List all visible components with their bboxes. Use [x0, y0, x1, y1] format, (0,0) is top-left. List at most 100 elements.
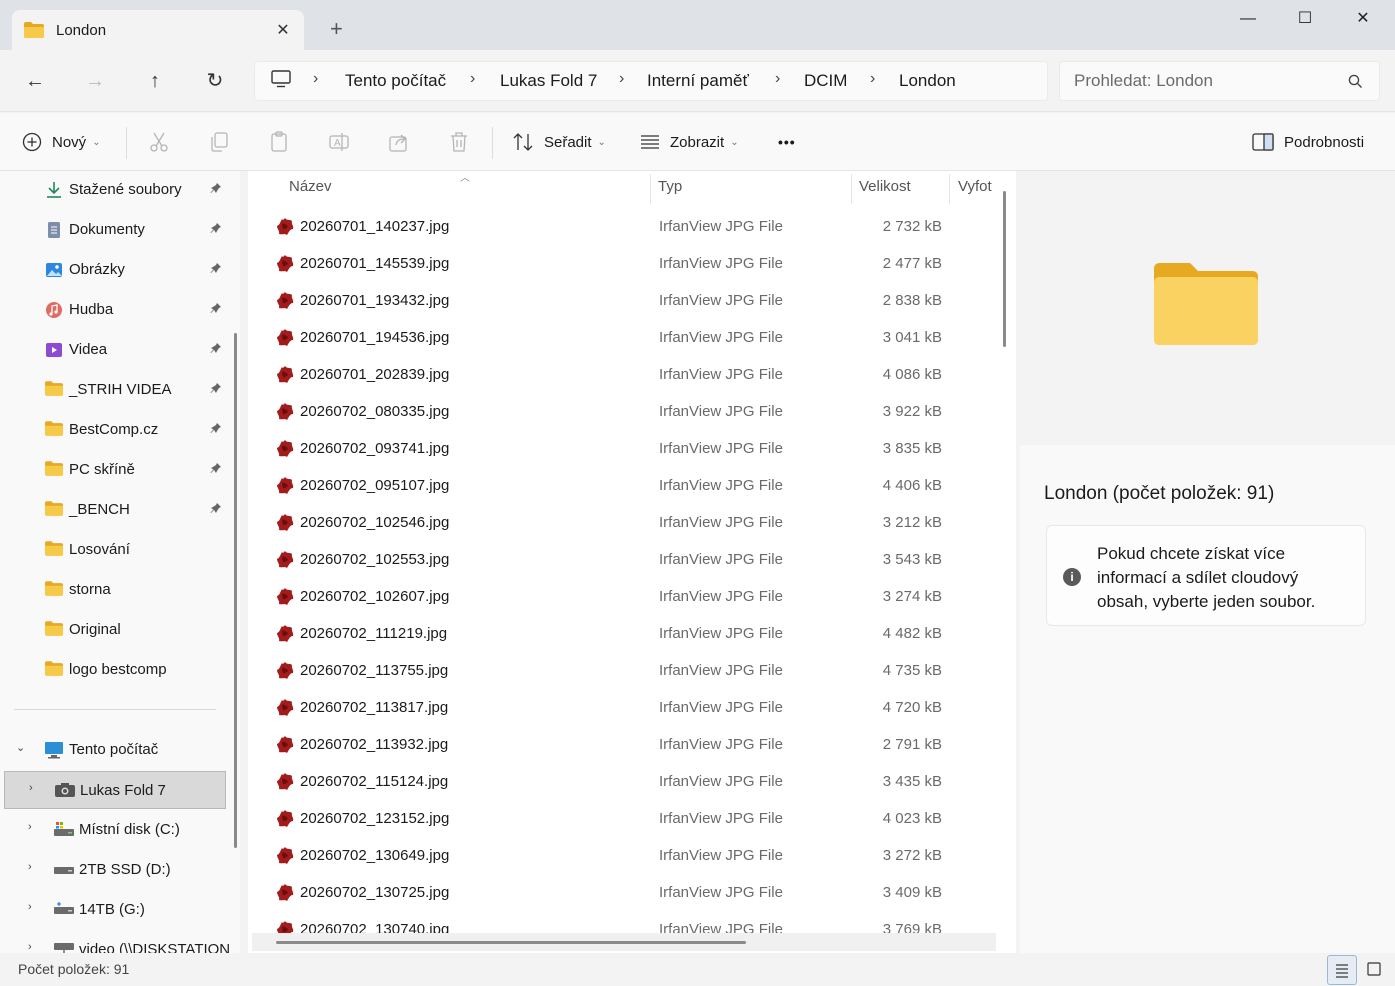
sidebar-item-drive[interactable]: › video (\\DISKSTATION: [0, 931, 230, 953]
column-divider[interactable]: [650, 174, 651, 204]
sidebar-item-quick-access[interactable]: Losování: [0, 531, 228, 569]
close-tab-icon[interactable]: ✕: [274, 20, 292, 40]
new-tab-button[interactable]: +: [330, 18, 343, 40]
pin-icon[interactable]: [210, 302, 222, 317]
paste-icon[interactable]: [267, 130, 291, 154]
chevron-down-icon[interactable]: ⌄: [16, 741, 25, 754]
file-row[interactable]: 20260702_093741.jpg IrfanView JPG File 3 8…: [248, 430, 996, 467]
file-row[interactable]: 20260702_123152.jpg IrfanView JPG File 4 0…: [248, 800, 996, 837]
forward-button[interactable]: →: [80, 67, 110, 97]
sidebar-item-quick-access[interactable]: Stažené soubory: [0, 171, 228, 209]
new-button[interactable]: Nový ⌄: [22, 127, 101, 157]
sidebar-scrollbar[interactable]: [234, 333, 237, 848]
sidebar-item-drive[interactable]: › Místní disk (C:): [0, 811, 228, 849]
file-row[interactable]: 20260702_102607.jpg IrfanView JPG File 3 2…: [248, 578, 996, 615]
file-row[interactable]: 20260702_113755.jpg IrfanView JPG File 4 7…: [248, 652, 996, 689]
rename-icon[interactable]: A: [327, 130, 351, 154]
chevron-right-icon[interactable]: ›: [28, 861, 32, 873]
column-divider[interactable]: [851, 174, 852, 204]
sidebar-item-quick-access[interactable]: logo bestcomp: [0, 651, 228, 689]
horizontal-scrollbar-track[interactable]: [252, 933, 996, 951]
pc-icon[interactable]: [271, 70, 291, 93]
chevron-right-icon[interactable]: ›: [29, 782, 33, 794]
file-row[interactable]: 20260702_095107.jpg IrfanView JPG File 4 4…: [248, 467, 996, 504]
pin-icon[interactable]: [210, 502, 222, 517]
sidebar-item-quick-access[interactable]: storna: [0, 571, 228, 609]
breadcrumb-item[interactable]: DCIM: [804, 71, 847, 91]
sidebar-item-quick-access[interactable]: _STRIH VIDEA: [0, 371, 228, 409]
view-button[interactable]: Zobrazit ⌄: [640, 127, 739, 157]
file-row[interactable]: 20260701_193432.jpg IrfanView JPG File 2 8…: [248, 282, 996, 319]
sidebar-item-this-pc[interactable]: ⌄ Tento počítač: [0, 731, 228, 769]
search-icon[interactable]: [1348, 74, 1363, 94]
file-row[interactable]: 20260702_130725.jpg IrfanView JPG File 3 4…: [248, 874, 996, 911]
cut-icon[interactable]: [147, 130, 171, 154]
sidebar-item-quick-access[interactable]: _BENCH: [0, 491, 228, 529]
large-icons-view-button[interactable]: [1360, 955, 1390, 985]
file-row[interactable]: 20260702_102553.jpg IrfanView JPG File 3 5…: [248, 541, 996, 578]
column-header-type[interactable]: Typ: [658, 178, 682, 210]
sidebar-item-quick-access[interactable]: Original: [0, 611, 228, 649]
breadcrumb-separator[interactable]: ›: [313, 70, 318, 88]
breadcrumb-separator[interactable]: ›: [870, 70, 875, 88]
breadcrumb-item-current[interactable]: London: [899, 71, 956, 91]
close-window-button[interactable]: ✕: [1340, 6, 1386, 36]
sidebar-item-quick-access[interactable]: Hudba: [0, 291, 228, 329]
file-row[interactable]: 20260702_130649.jpg IrfanView JPG File 3 2…: [248, 837, 996, 874]
sidebar-item-quick-access[interactable]: BestComp.cz: [0, 411, 228, 449]
breadcrumb-item[interactable]: Tento počítač: [345, 71, 446, 91]
share-icon[interactable]: [387, 130, 411, 154]
pin-icon[interactable]: [210, 342, 222, 357]
pin-icon[interactable]: [210, 462, 222, 477]
breadcrumb-item[interactable]: Lukas Fold 7: [500, 71, 597, 91]
file-row[interactable]: 20260702_115124.jpg IrfanView JPG File 3 4…: [248, 763, 996, 800]
file-row[interactable]: 20260702_111219.jpg IrfanView JPG File 4 4…: [248, 615, 996, 652]
tab-london[interactable]: London ✕: [12, 10, 304, 50]
chevron-right-icon[interactable]: ›: [28, 901, 32, 913]
file-row[interactable]: 20260702_102546.jpg IrfanView JPG File 3 2…: [248, 504, 996, 541]
breadcrumb-separator[interactable]: ›: [470, 70, 475, 88]
search-input[interactable]: [1074, 70, 1334, 92]
details-pane-button[interactable]: Podrobnosti: [1252, 127, 1364, 157]
sidebar-item-drive[interactable]: › Lukas Fold 7: [4, 771, 226, 809]
search-box[interactable]: [1059, 61, 1380, 101]
delete-icon[interactable]: [447, 130, 471, 154]
more-options-button[interactable]: •••: [778, 127, 796, 157]
sidebar-item-drive[interactable]: › 14TB (G:): [0, 891, 228, 929]
breadcrumb[interactable]: › Tento počítač › Lukas Fold 7 › Interní…: [254, 61, 1048, 101]
file-row[interactable]: 20260702_113932.jpg IrfanView JPG File 2 7…: [248, 726, 996, 763]
file-row[interactable]: 20260702_113817.jpg IrfanView JPG File 4 7…: [248, 689, 996, 726]
sidebar-item-quick-access[interactable]: PC skříně: [0, 451, 228, 489]
pin-icon[interactable]: [210, 382, 222, 397]
minimize-button[interactable]: —: [1225, 6, 1271, 36]
pin-icon[interactable]: [210, 182, 222, 197]
column-header-name[interactable]: Název: [289, 178, 332, 210]
chevron-right-icon[interactable]: ›: [28, 821, 32, 833]
back-button[interactable]: ←: [20, 67, 50, 97]
chevron-right-icon[interactable]: ›: [28, 941, 32, 953]
file-row[interactable]: 20260701_194536.jpg IrfanView JPG File 3 0…: [248, 319, 996, 356]
horizontal-scrollbar[interactable]: [276, 941, 746, 944]
copy-icon[interactable]: [207, 130, 231, 154]
sidebar-item-quick-access[interactable]: Obrázky: [0, 251, 228, 289]
file-row[interactable]: 20260702_080335.jpg IrfanView JPG File 3 9…: [248, 393, 996, 430]
sort-button[interactable]: Seřadit ⌄: [512, 127, 606, 157]
sidebar-item-drive[interactable]: › 2TB SSD (D:): [0, 851, 228, 889]
file-row[interactable]: 20260701_202839.jpg IrfanView JPG File 4 0…: [248, 356, 996, 393]
pin-icon[interactable]: [210, 422, 222, 437]
file-row[interactable]: 20260701_145539.jpg IrfanView JPG File 2 4…: [248, 245, 996, 282]
up-button[interactable]: ↑: [140, 67, 170, 97]
refresh-button[interactable]: ↻: [200, 67, 230, 97]
sidebar-item-quick-access[interactable]: Dokumenty: [0, 211, 228, 249]
breadcrumb-item[interactable]: Interní paměť: [647, 71, 749, 91]
column-header-date-taken[interactable]: Vyfot: [958, 178, 992, 210]
sidebar-item-quick-access[interactable]: Videa: [0, 331, 228, 369]
pin-icon[interactable]: [210, 222, 222, 237]
file-list-scrollbar[interactable]: [1003, 191, 1006, 347]
pin-icon[interactable]: [210, 262, 222, 277]
maximize-button[interactable]: ☐: [1282, 6, 1328, 36]
breadcrumb-separator[interactable]: ›: [775, 70, 780, 88]
column-header-size[interactable]: Velikost: [859, 178, 911, 210]
file-row[interactable]: 20260701_140237.jpg IrfanView JPG File 2 7…: [248, 208, 996, 245]
details-view-button[interactable]: [1327, 955, 1357, 985]
